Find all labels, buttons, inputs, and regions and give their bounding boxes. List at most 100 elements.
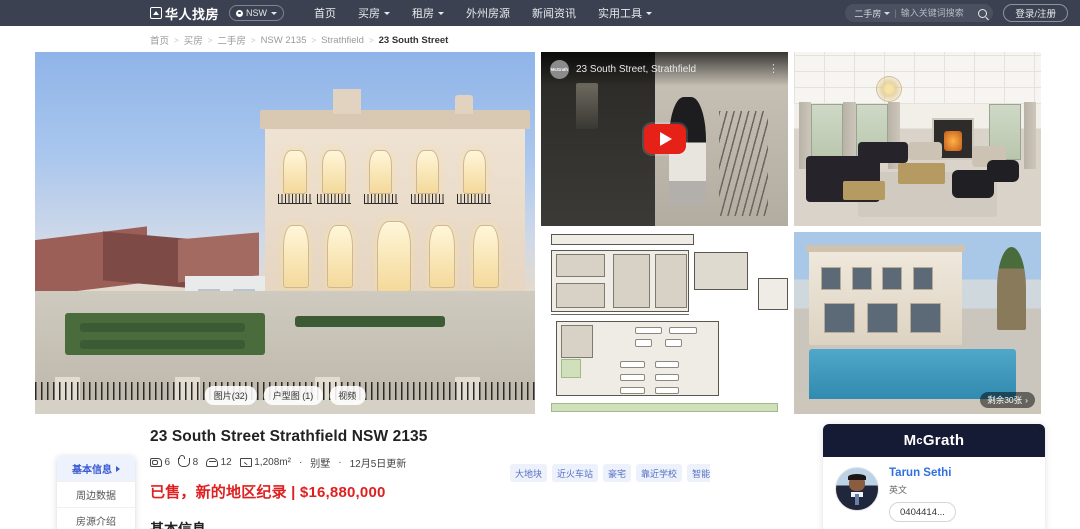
agent-info-column: Tarun Sethi 英文 0404414... (889, 467, 956, 522)
nav-item-interstate[interactable]: 外州房源 (466, 5, 510, 21)
chevron-down-icon (646, 11, 653, 15)
area-icon (239, 458, 252, 467)
location-label: NSW (246, 8, 268, 18)
breadcrumb-item-home[interactable]: 首页 (150, 33, 169, 47)
chevron-down-icon (884, 11, 891, 15)
nav-label: 首页 (314, 8, 337, 20)
more-vertical-icon[interactable]: ⋮ (768, 63, 779, 75)
gallery-floorplan-image[interactable] (541, 232, 788, 414)
search-category-label: 二手房 (854, 8, 882, 19)
search-category-selector[interactable]: 二手房 (854, 7, 891, 20)
breadcrumb-separator: > (250, 35, 256, 45)
tag-smart-home[interactable]: 智能家居 (687, 464, 710, 482)
spec-separator: · (298, 457, 303, 468)
chevron-down-icon (438, 11, 445, 15)
nav-item-news[interactable]: 新闻资讯 (532, 5, 576, 21)
living-room-scene (794, 52, 1041, 226)
location-selector[interactable]: NSW (229, 5, 285, 21)
breadcrumb-separator: > (174, 35, 179, 45)
site-logo[interactable]: 华人找房 (150, 4, 219, 23)
gallery-tab-photos[interactable]: 图片(32) (204, 386, 257, 405)
gallery-hero-image[interactable]: 图片(32) 户型图 (1) 视频 (35, 52, 535, 414)
property-gallery: 图片(32) 户型图 (1) 视频 McGrath 23 South Stree… (35, 52, 1045, 414)
agent-name[interactable]: Tarun Sethi (889, 467, 956, 479)
agent-phone-button[interactable]: 0404414... (889, 502, 956, 522)
avatar (835, 467, 879, 511)
property-tag-list: 大地块 近火车站 豪宅 靠近学校 智能家居 (510, 464, 710, 482)
agent-details: Tarun Sethi 英文 0404414... (823, 457, 1045, 529)
chevron-right-icon (116, 465, 120, 472)
more-photos-button[interactable]: 剩余30张 › (980, 392, 1035, 408)
map-pin-icon (236, 9, 244, 17)
breadcrumb-separator: > (311, 35, 317, 45)
gallery-tab-floorplan[interactable]: 户型图 (1) (263, 386, 323, 405)
house-square-icon (150, 7, 162, 19)
sidebar-item-label: 房源介绍 (76, 517, 116, 528)
spec-carspaces: 12 (206, 457, 232, 468)
breadcrumb-item-suburb[interactable]: Strathfield (321, 35, 364, 46)
sidebar-item-description[interactable]: 房源介绍 (57, 508, 135, 529)
search-input[interactable] (900, 8, 977, 18)
search-icon[interactable] (978, 8, 988, 18)
nav-label: 实用工具 (598, 8, 643, 20)
sidebar-item-area-data[interactable]: 周边数据 (57, 482, 135, 508)
sidebar-item-label: 基本信息 (72, 465, 112, 476)
pool-scene (794, 232, 1041, 414)
gallery-video-thumbnail[interactable]: McGrath 23 South Street, Strathfield ⋮ (541, 52, 788, 226)
breadcrumb-separator: > (368, 35, 374, 45)
more-photos-label: 剩余30张 (987, 395, 1023, 405)
nav-item-rent[interactable]: 租房 (412, 5, 445, 21)
spec-value: 12 (220, 457, 232, 468)
agent-language: 英文 (889, 485, 908, 495)
spec-land-area: 1,208m² (239, 457, 291, 468)
updated-date: 12月5日更新 (349, 459, 407, 470)
sidebar-item-basic-info[interactable]: 基本信息 (57, 456, 135, 482)
property-details-section: 基本信息 周边数据 房源介绍 23 South Street Strathfie… (35, 424, 1045, 529)
gallery-tab-group: 图片(32) 户型图 (1) 视频 (204, 386, 366, 405)
nav-label: 新闻资讯 (532, 8, 577, 20)
chevron-right-icon: › (1025, 395, 1028, 405)
agent-contact-card: Mc Grath Tarun Sethi 英文 0404414... (823, 424, 1045, 529)
breadcrumb-item-postcode[interactable]: NSW 2135 (261, 35, 307, 46)
gallery-tab-video[interactable]: 视频 (329, 386, 366, 405)
property-type: 别墅 (310, 459, 331, 470)
play-button-icon[interactable] (643, 124, 686, 154)
video-overlay-bar: McGrath 23 South Street, Strathfield ⋮ (541, 52, 788, 86)
section-side-nav: 基本信息 周边数据 房源介绍 (57, 456, 135, 529)
video-channel-avatar[interactable]: McGrath (550, 59, 569, 79)
agency-name: M (903, 432, 917, 449)
bed-icon (150, 458, 162, 467)
bath-icon (178, 455, 191, 467)
breadcrumb-item-buy[interactable]: 买房 (184, 33, 203, 47)
tag-near-school[interactable]: 靠近学校 (636, 464, 683, 482)
nav-item-tools[interactable]: 实用工具 (598, 5, 653, 21)
chevron-down-icon (271, 11, 278, 15)
gallery-pool-image[interactable]: 剩余30张 › (794, 232, 1041, 414)
floorplan-drawing (541, 232, 788, 414)
car-icon (206, 458, 219, 467)
nav-label: 买房 (358, 8, 381, 20)
spec-value: 6 (164, 457, 171, 468)
login-register-button[interactable]: 登录/注册 (1003, 4, 1068, 22)
tag-near-train[interactable]: 近火车站 (552, 464, 599, 482)
video-title: 23 South Street, Strathfield (576, 63, 697, 75)
nav-item-home[interactable]: 首页 (314, 5, 336, 21)
nav-label: 租房 (412, 8, 435, 20)
search-divider: | (894, 8, 897, 18)
tag-luxury[interactable]: 豪宅 (603, 464, 632, 482)
gallery-living-room-image[interactable] (794, 52, 1041, 226)
top-navigation-bar: 华人找房 NSW 首页 买房 租房 外州房源 新闻资讯 实用工具 二手房 | 输… (0, 0, 1080, 26)
breadcrumb-item-resale[interactable]: 二手房 (217, 33, 246, 47)
breadcrumb: 首页 > 买房 > 二手房 > NSW 2135 > Strathfield >… (0, 26, 1080, 52)
spec-value: 8 (192, 457, 199, 468)
chevron-down-icon (384, 11, 391, 15)
price-status-line: 已售，新的地区纪录 | $16,880,000 (150, 484, 386, 501)
agency-brand-banner: Mc Grath (823, 424, 1045, 457)
nav-item-buy[interactable]: 买房 (358, 5, 391, 21)
navbar-right-group: 二手房 | 登录/注册 (845, 4, 1068, 22)
spec-value: 1,208m² (254, 457, 291, 468)
basic-info-heading: 基本信息 (150, 521, 206, 529)
tag-large-block[interactable]: 大地块 (510, 464, 548, 482)
spec-bedrooms: 6 (150, 457, 170, 468)
global-search[interactable]: 二手房 | (845, 4, 994, 22)
